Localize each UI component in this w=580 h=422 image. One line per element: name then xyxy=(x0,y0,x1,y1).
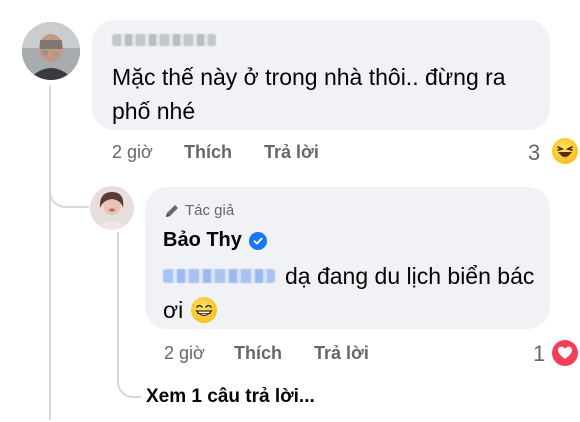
comment-reply-button[interactable]: Trả lời xyxy=(264,142,319,163)
reply-time[interactable]: 2 giờ xyxy=(164,343,205,364)
commenter-avatar-image xyxy=(22,22,80,80)
reply-author-name[interactable]: Bảo Thy xyxy=(163,229,242,252)
reply-like-button[interactable]: Thích xyxy=(234,343,282,364)
verified-badge-icon xyxy=(249,232,267,250)
reply-reply-button[interactable]: Trả lời xyxy=(314,343,369,364)
commenter-avatar[interactable] xyxy=(22,22,80,80)
comment-text-line2: phố nhé xyxy=(112,98,196,124)
reply-bubble: Tác giả Bảo Thy dạ đang du lịch biển bác… xyxy=(145,187,550,329)
reply-reaction-count[interactable]: 1 xyxy=(533,341,545,367)
reply-text-line1: dạ đang du lịch biển bác xyxy=(285,263,535,289)
love-reaction-icon[interactable] xyxy=(552,340,578,366)
comment-bubble: Mặc thế này ở trong nhà thôi.. đừng ra p… xyxy=(92,20,550,130)
view-more-replies-link[interactable]: Xem 1 câu trả lời... xyxy=(146,386,315,408)
grin-emoji-face xyxy=(195,304,213,317)
thread-line-reply xyxy=(117,232,119,372)
reply-author-avatar[interactable] xyxy=(90,186,134,230)
comment-text-line1: Mặc thế này ở trong nhà thôi.. đừng ra xyxy=(112,64,506,90)
comment-author-name[interactable] xyxy=(112,34,216,46)
haha-emoji-icon[interactable] xyxy=(552,138,578,164)
comment-like-button[interactable]: Thích xyxy=(184,142,232,163)
checkmark-icon xyxy=(253,237,263,245)
comment-reaction-count[interactable]: 3 xyxy=(528,140,540,166)
reply-mention-tag[interactable] xyxy=(163,269,275,283)
grin-emoji-icon xyxy=(191,297,217,323)
thread-line-main xyxy=(49,86,51,420)
haha-emoji-face xyxy=(557,146,573,159)
comment-time[interactable]: 2 giờ xyxy=(112,142,153,163)
thread-connector-more xyxy=(117,370,141,398)
reply-text-line2: ơi xyxy=(163,297,184,323)
reply-avatar-image xyxy=(90,186,134,230)
pencil-icon xyxy=(166,205,178,217)
author-badge-label: Tác giả xyxy=(185,202,235,219)
thread-connector-reply xyxy=(49,160,89,208)
heart-icon xyxy=(558,346,572,359)
